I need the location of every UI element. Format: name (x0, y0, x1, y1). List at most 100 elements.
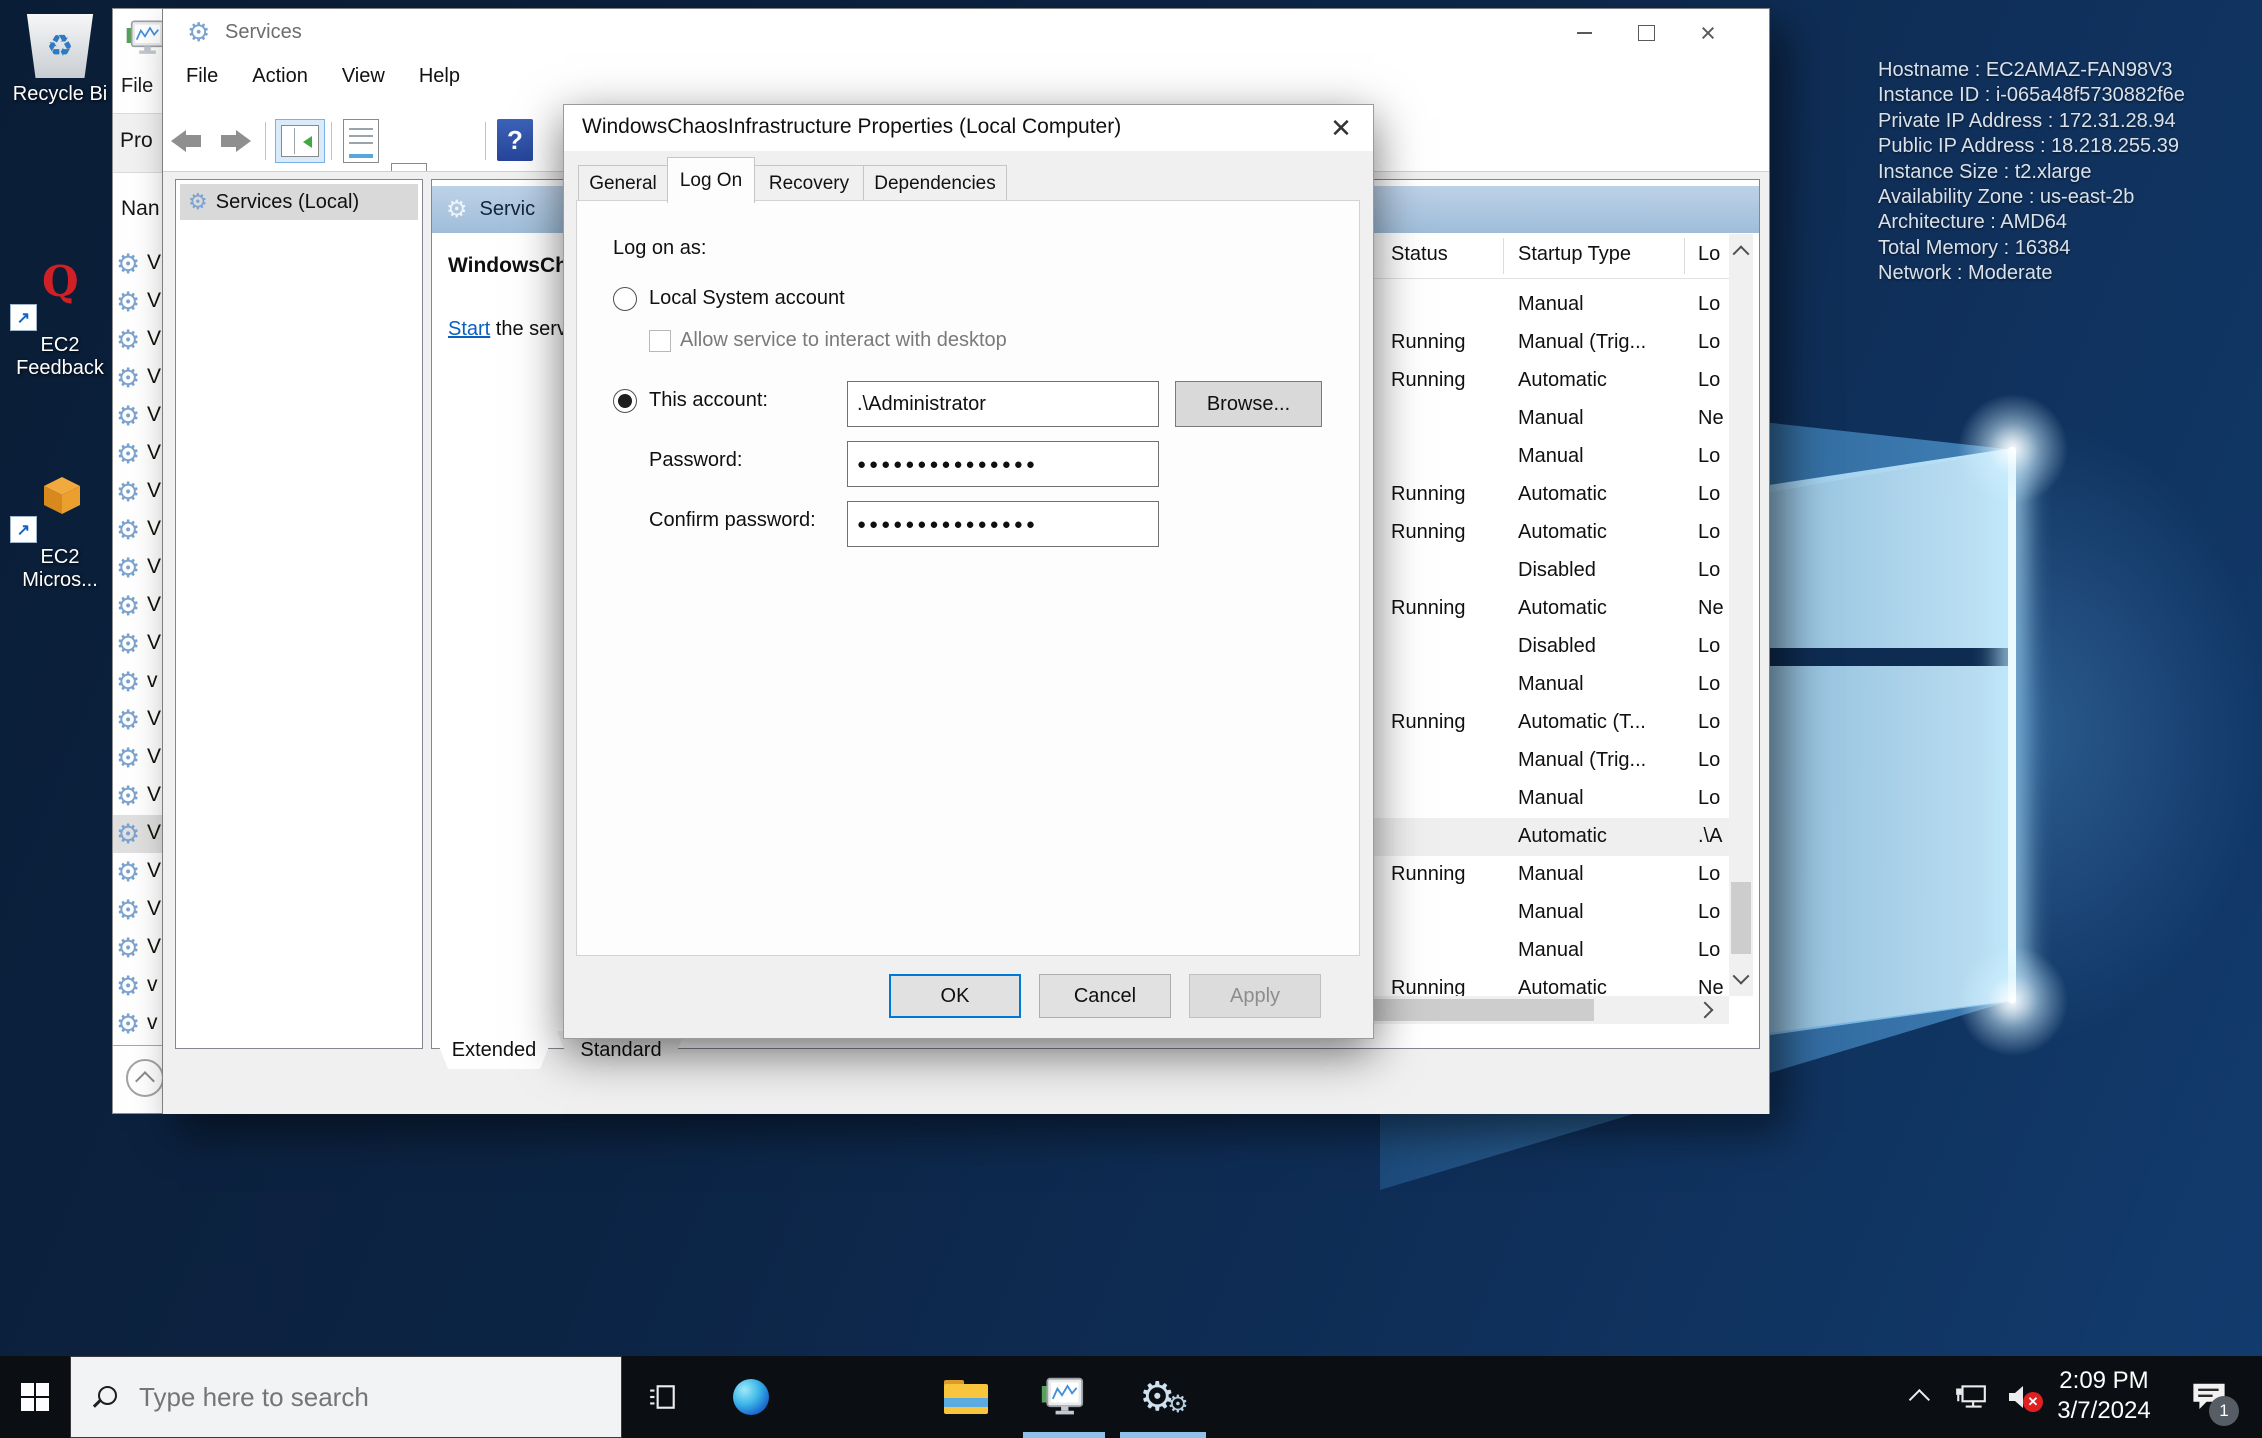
close-button[interactable]: × (1677, 9, 1739, 57)
desktop-icon-recycle-bin[interactable]: ♻ Recycle Bi (4, 14, 116, 106)
tree-item-services-local[interactable]: ⚙ Services (Local) (180, 184, 418, 220)
background-service-row[interactable]: ⚙ V (113, 625, 165, 663)
service-list-row[interactable]: Disabled Lo (1374, 552, 1729, 590)
tab-extended[interactable]: Extended (433, 1031, 555, 1069)
performance-monitor-button[interactable] (1030, 1356, 1094, 1438)
column-header-startup-type[interactable]: Startup Type (1518, 243, 1631, 266)
dialog-title-bar[interactable]: WindowsChaosInfrastructure Properties (L… (564, 105, 1373, 151)
apply-button[interactable]: Apply (1189, 974, 1321, 1018)
tab-log-on[interactable]: Log On (667, 157, 755, 203)
service-list-row[interactable]: Manual (Trig... Lo (1374, 742, 1729, 780)
background-service-row[interactable]: ⚙ V (113, 359, 165, 397)
background-service-row[interactable]: ⚙ v (113, 967, 165, 1005)
start-service-link[interactable]: Start (448, 318, 490, 340)
collapse-chevron-button[interactable] (126, 1059, 164, 1097)
background-service-row[interactable]: ⚙ V (113, 245, 165, 283)
account-input[interactable] (847, 381, 1159, 427)
menu-action[interactable]: Action (235, 65, 325, 88)
background-service-row[interactable]: ⚙ V (113, 283, 165, 321)
scroll-down-button[interactable] (1729, 962, 1753, 996)
menu-help[interactable]: Help (402, 65, 477, 88)
browse-button[interactable]: Browse... (1175, 381, 1322, 427)
confirm-password-input[interactable]: ●●●●●●●●●●●●●●● (847, 501, 1159, 547)
edge-button[interactable] (722, 1356, 780, 1438)
vertical-scrollbar[interactable] (1729, 234, 1753, 996)
service-list-row[interactable]: Disabled Lo (1374, 628, 1729, 666)
menu-file[interactable]: File (169, 65, 235, 88)
service-list-row[interactable]: Running Manual (Trig... Lo (1374, 324, 1729, 362)
horizontal-scrollbar[interactable] (1374, 996, 1729, 1024)
network-tray-button[interactable] (1946, 1356, 1996, 1438)
background-service-row[interactable]: ⚙ V (113, 587, 165, 625)
background-service-row[interactable]: ⚙ V (113, 473, 165, 511)
maximize-button[interactable] (1615, 9, 1677, 57)
background-service-row[interactable]: ⚙ V (113, 815, 165, 853)
background-service-row[interactable]: ⚙ V (113, 549, 165, 587)
ok-button[interactable]: OK (889, 974, 1021, 1018)
checkbox-interact-desktop[interactable] (649, 330, 671, 352)
column-header-log-on-as[interactable]: Lo (1698, 243, 1720, 266)
service-list-row[interactable]: Manual Lo (1374, 932, 1729, 970)
service-list-row[interactable]: Running Manual Lo (1374, 856, 1729, 894)
show-console-tree-button[interactable] (275, 119, 325, 163)
back-button[interactable] (171, 119, 201, 163)
service-list-row[interactable]: Running Automatic Ne (1374, 590, 1729, 628)
service-list-row[interactable]: Manual Ne (1374, 400, 1729, 438)
forward-button[interactable] (221, 119, 251, 163)
service-list-row[interactable]: Running Automatic Lo (1374, 362, 1729, 400)
action-center-button[interactable]: 1 (2176, 1356, 2242, 1438)
service-list-row[interactable]: Manual Lo (1374, 894, 1729, 932)
background-column-header-name[interactable]: Nan (121, 197, 163, 221)
scroll-up-button[interactable] (1729, 234, 1753, 268)
background-service-row[interactable]: ⚙ V (113, 435, 165, 473)
service-list-row[interactable]: Running Automatic (T... Lo (1374, 704, 1729, 742)
file-explorer-button[interactable] (934, 1356, 998, 1438)
scrollbar-thumb[interactable] (1374, 999, 1594, 1021)
minimize-button[interactable] (1553, 9, 1615, 57)
background-service-row[interactable]: ⚙ V (113, 397, 165, 435)
column-header-status[interactable]: Status (1391, 243, 1448, 266)
taskbar-search[interactable] (70, 1356, 622, 1438)
background-service-row[interactable]: ⚙ v (113, 663, 165, 701)
background-service-row[interactable]: ⚙ V (113, 321, 165, 359)
taskbar-clock[interactable]: 2:09 PM 3/7/2024 (2046, 1366, 2162, 1426)
tab-recovery[interactable]: Recovery (754, 165, 864, 202)
tab-general[interactable]: General (578, 165, 668, 202)
tray-overflow-button[interactable] (1898, 1356, 1944, 1438)
background-service-row[interactable]: ⚙ V (113, 701, 165, 739)
scrollbar-thumb[interactable] (1731, 882, 1751, 954)
service-list-row[interactable]: Automatic .\A (1374, 818, 1729, 856)
tab-dependencies[interactable]: Dependencies (863, 165, 1007, 202)
radio-local-system-account[interactable] (613, 287, 637, 311)
background-service-row[interactable]: ⚙ V (113, 891, 165, 929)
task-view-button[interactable] (634, 1356, 692, 1438)
help-icon[interactable]: ? (497, 119, 533, 161)
dialog-close-button[interactable]: ✕ (1309, 105, 1373, 151)
background-service-row[interactable]: ⚙ V (113, 929, 165, 967)
service-list-row[interactable]: Manual Lo (1374, 286, 1729, 324)
service-list-row[interactable]: Running Automatic Lo (1374, 476, 1729, 514)
service-list-row[interactable]: Running Automatic Ne (1374, 970, 1729, 996)
background-service-row[interactable]: ⚙ V (113, 511, 165, 549)
menu-view[interactable]: View (325, 65, 402, 88)
background-window-file-menu[interactable]: File (121, 75, 153, 98)
scroll-right-button[interactable] (1688, 996, 1722, 1024)
password-input[interactable]: ●●●●●●●●●●●●●●● (847, 441, 1159, 487)
services-title-bar[interactable]: ⚙ Services × (163, 9, 1769, 57)
background-service-row[interactable]: ⚙ V (113, 739, 165, 777)
service-list-row[interactable]: Manual Lo (1374, 438, 1729, 476)
background-window-toolbar-label[interactable]: Pro (120, 129, 153, 153)
cancel-button[interactable]: Cancel (1039, 974, 1171, 1018)
service-list-row[interactable]: Manual Lo (1374, 780, 1729, 818)
properties-icon[interactable] (343, 119, 379, 163)
volume-tray-button[interactable]: ✕ (1996, 1356, 2048, 1438)
background-service-row[interactable]: ⚙ V (113, 853, 165, 891)
service-list-row[interactable]: Running Automatic Lo (1374, 514, 1729, 552)
background-service-row[interactable]: ⚙ v (113, 1005, 165, 1043)
services-taskbar-button[interactable]: ⚙ ⚙ (1128, 1356, 1200, 1438)
start-button[interactable] (0, 1356, 70, 1438)
radio-this-account[interactable] (613, 389, 637, 413)
background-service-row[interactable]: ⚙ V (113, 777, 165, 815)
service-list-row[interactable]: Manual Lo (1374, 666, 1729, 704)
search-input[interactable] (137, 1381, 581, 1414)
